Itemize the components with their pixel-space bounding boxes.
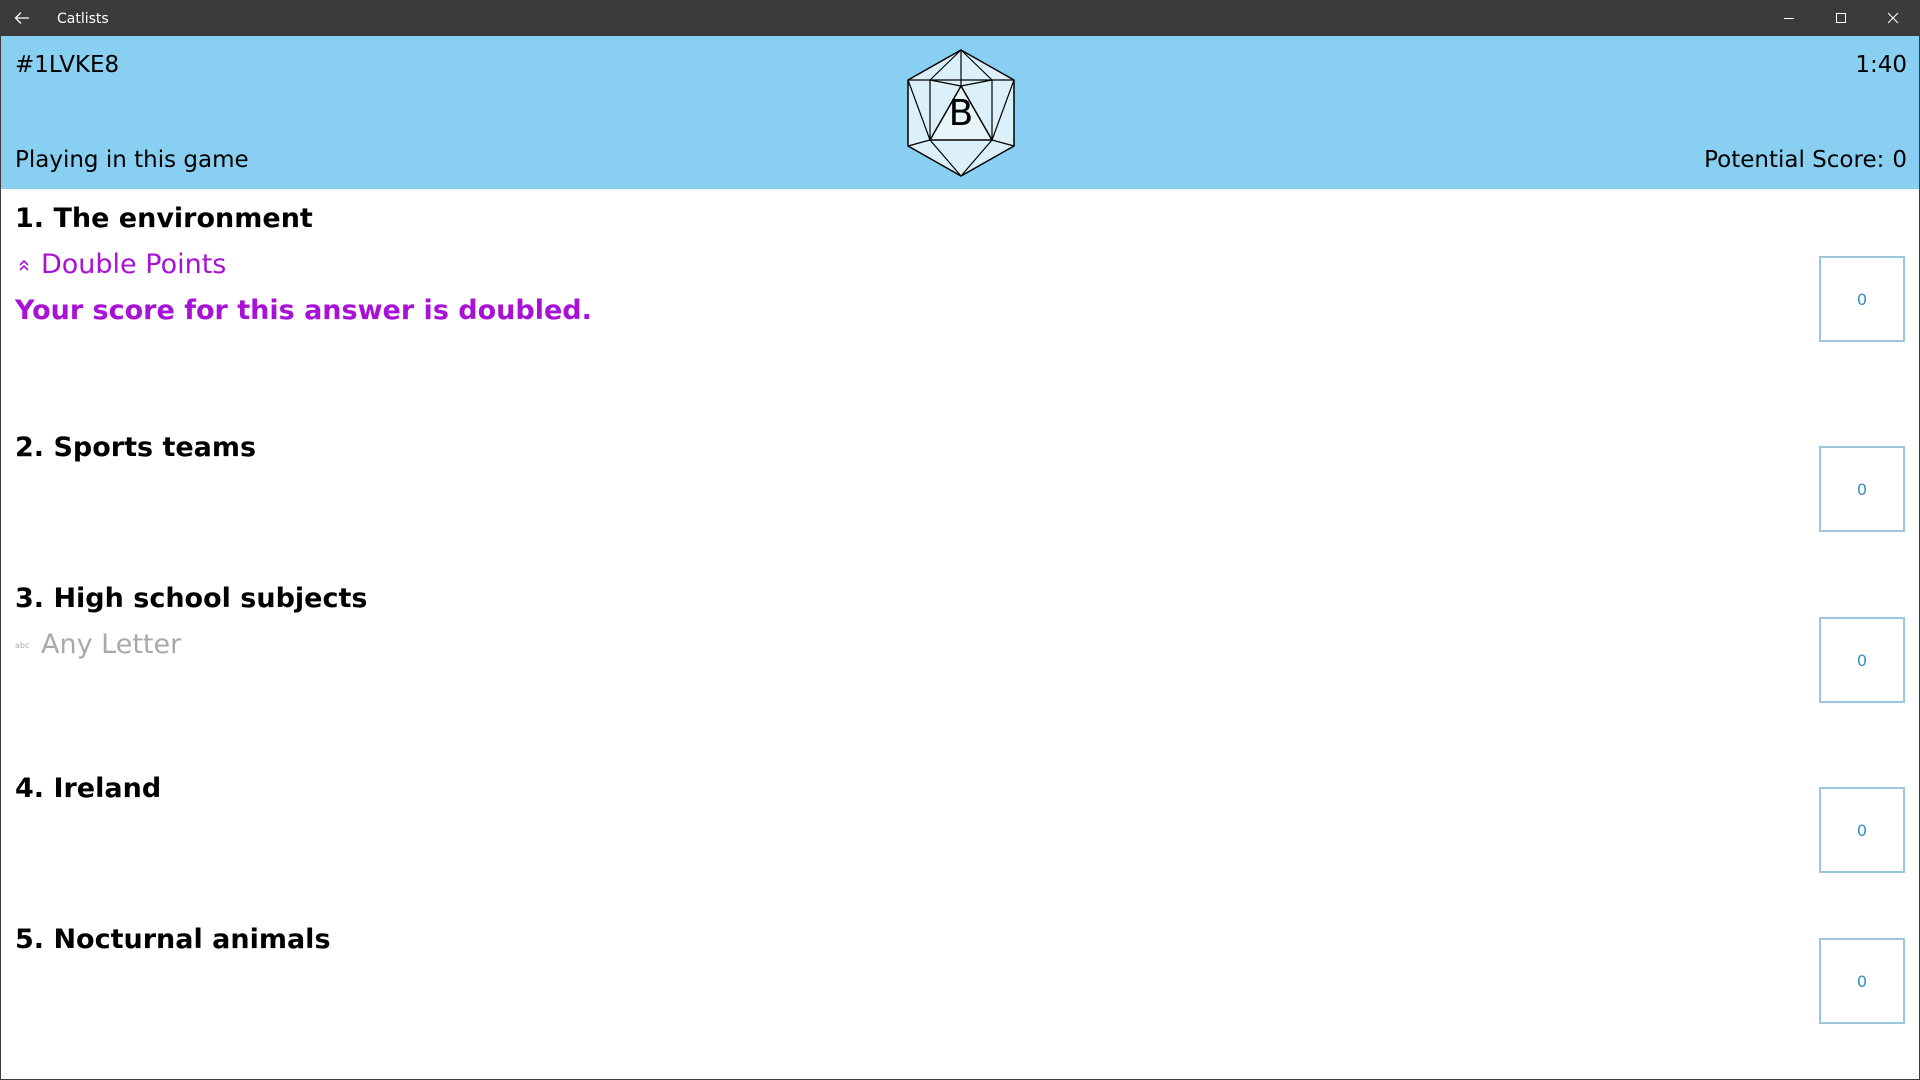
letter-die: B: [904, 48, 1018, 178]
score-input[interactable]: 0: [1819, 938, 1905, 1024]
category-title: 1. The environment: [15, 203, 313, 234]
list-item: 3. High school subjects abc Any Letter 0: [1, 569, 1919, 759]
close-icon: [1887, 12, 1899, 24]
svg-text:abc: abc: [15, 641, 29, 650]
modifier-description: Your score for this answer is doubled.: [15, 295, 592, 326]
score-input[interactable]: 0: [1819, 256, 1905, 342]
score-input[interactable]: 0: [1819, 617, 1905, 703]
category-title: 2. Sports teams: [15, 432, 257, 463]
list-item: 2. Sports teams 0: [1, 418, 1919, 568]
timer: 1:40: [1855, 52, 1907, 78]
category-title: 4. Ireland: [15, 773, 162, 804]
back-button[interactable]: [1, 0, 43, 36]
abc-icon: abc: [15, 640, 33, 650]
list-item: 4. Ireland 0: [1, 759, 1919, 909]
minimize-icon: [1783, 12, 1795, 24]
score-input[interactable]: 0: [1819, 787, 1905, 873]
category-title: 3. High school subjects: [15, 583, 368, 614]
window-controls: [1763, 0, 1919, 36]
potential-score: Potential Score: 0: [1704, 147, 1907, 173]
potential-score-value: 0: [1892, 147, 1907, 173]
title-bar: Catlists: [1, 0, 1919, 36]
maximize-icon: [1835, 12, 1847, 24]
game-status: Playing in this game: [15, 147, 249, 173]
list-item: 5. Nocturnal animals 0: [1, 910, 1919, 1060]
close-button[interactable]: [1867, 0, 1919, 36]
die-letter: B: [948, 93, 974, 134]
app-window: Catlists #1LVKE8 1:40 Playing in this ga…: [0, 0, 1920, 1080]
chevron-double-up-icon: [15, 258, 33, 272]
modifier-double-points: Double Points: [15, 249, 226, 280]
arrow-left-icon: [14, 11, 30, 25]
game-header: #1LVKE8 1:40 Playing in this game Potent…: [1, 36, 1919, 189]
minimize-button[interactable]: [1763, 0, 1815, 36]
game-code: #1LVKE8: [15, 52, 120, 78]
modifier-any-letter: abc Any Letter: [15, 629, 181, 660]
list-item: 1. The environment Double Points Your sc…: [1, 189, 1919, 409]
potential-score-label: Potential Score:: [1704, 147, 1885, 173]
modifier-label: Any Letter: [41, 629, 182, 660]
app-title: Catlists: [57, 11, 109, 27]
category-title: 5. Nocturnal animals: [15, 924, 331, 955]
maximize-button[interactable]: [1815, 0, 1867, 36]
modifier-label: Double Points: [41, 249, 227, 280]
score-input[interactable]: 0: [1819, 446, 1905, 532]
